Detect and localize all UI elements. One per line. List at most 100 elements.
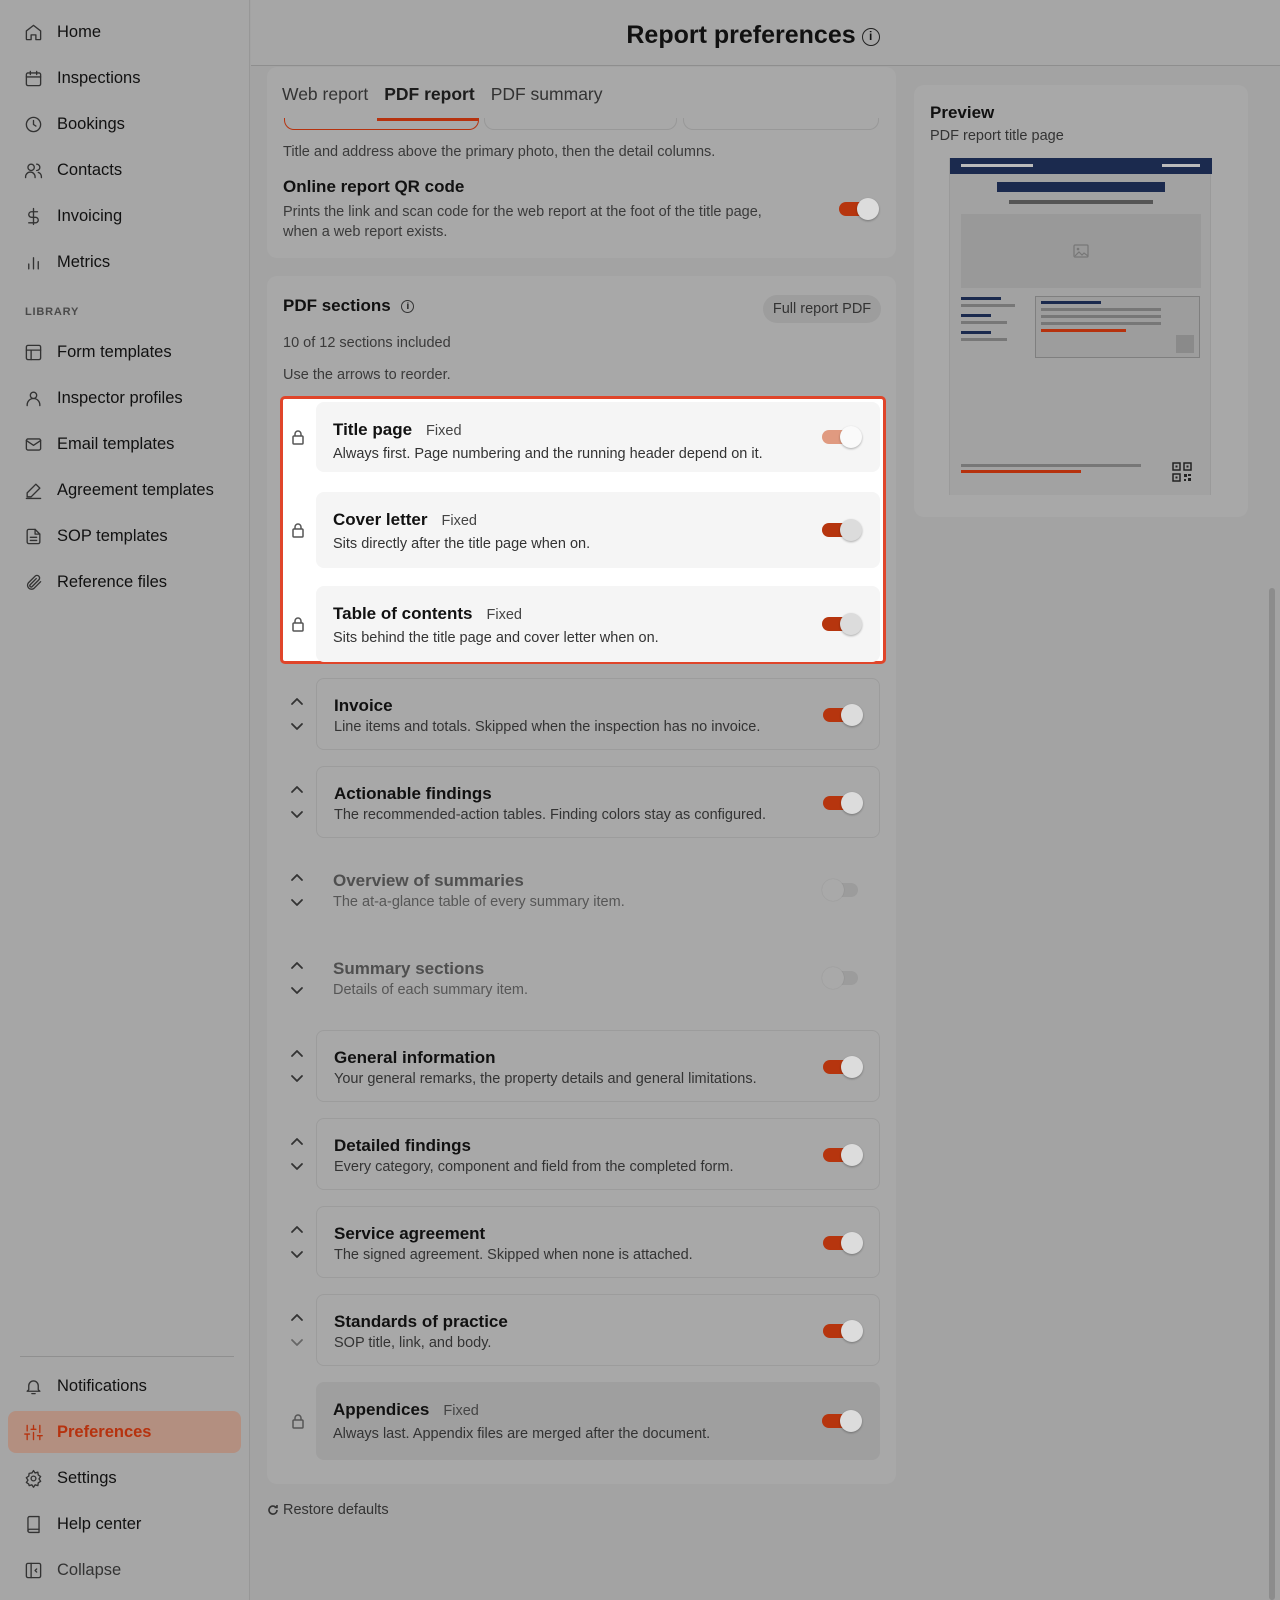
section-toggle[interactable]	[822, 1410, 862, 1432]
sidebar-item-label: Bookings	[57, 114, 125, 133]
sidebar-item-notifications[interactable]: Notifications	[8, 1365, 241, 1407]
section-toggle[interactable]	[822, 426, 862, 448]
move-up-button[interactable]	[289, 870, 305, 882]
section-description: The signed agreement. Skipped when none …	[334, 1247, 693, 1263]
section-toggle[interactable]	[823, 792, 863, 814]
layout-description: Title and address above the primary phot…	[283, 144, 716, 160]
section-title: Cover letter Fixed	[333, 510, 477, 530]
layout-option[interactable]	[683, 118, 879, 130]
move-up-button[interactable]	[289, 694, 305, 706]
full-report-pdf-badge[interactable]: Full report PDF	[763, 295, 881, 323]
section-toggle[interactable]	[823, 1056, 863, 1078]
sidebar-item-form-templates[interactable]: Form templates	[8, 331, 241, 373]
move-down-button[interactable]	[289, 808, 305, 820]
sidebar-item-label: Notifications	[57, 1376, 147, 1395]
sidebar-item-home[interactable]: Home	[8, 11, 241, 53]
page-title: Report preferences i	[251, 21, 1255, 50]
paperclip-icon	[26, 574, 42, 590]
move-down-button[interactable]	[289, 1248, 305, 1260]
section-row: Table of contents Fixed Sits behind the ti…	[316, 586, 880, 662]
section-title-text: General information	[334, 1048, 496, 1067]
sidebar-item-inspections[interactable]: Inspections	[8, 57, 241, 99]
sidebar-item-label: Collapse	[57, 1560, 122, 1579]
image-icon	[1073, 244, 1089, 258]
sidebar-item-email-templates[interactable]: Email templates	[8, 423, 241, 465]
scrollbar[interactable]	[1269, 588, 1275, 1600]
calendar-icon	[25, 70, 42, 86]
sidebar-item-inspector-profiles[interactable]: Inspector profiles	[8, 377, 241, 419]
sidebar-item-invoicing[interactable]: Invoicing	[8, 195, 241, 237]
section-title-text: Summary sections	[333, 959, 485, 978]
section-toggle[interactable]	[823, 1320, 863, 1342]
move-up-button[interactable]	[289, 782, 305, 794]
section-toggle[interactable]	[823, 1144, 863, 1166]
sidebar-collapse-icon	[25, 1562, 42, 1578]
bar-chart-icon	[28, 256, 39, 270]
move-down-button[interactable]	[289, 1336, 305, 1348]
sidebar-item-metrics[interactable]: Metrics	[8, 241, 241, 283]
layout-option-selected[interactable]	[284, 118, 479, 130]
move-up-button[interactable]	[289, 1222, 305, 1234]
section-title-text: Overview of summaries	[333, 871, 524, 890]
section-row: Appendices Fixed Always last. Appendix fil…	[316, 1382, 880, 1460]
move-down-button[interactable]	[289, 896, 305, 908]
sidebar-item-preferences[interactable]: Preferences	[8, 1411, 241, 1453]
sidebar-item-label: Inspector profiles	[57, 388, 183, 407]
move-up-button[interactable]	[289, 1310, 305, 1322]
sidebar-item-bookings[interactable]: Bookings	[8, 103, 241, 145]
move-down-button[interactable]	[289, 720, 305, 732]
qr-code-toggle[interactable]	[839, 198, 879, 220]
layout-option[interactable]	[484, 118, 677, 130]
section-description: Always first. Page numbering and the run…	[333, 446, 763, 462]
restore-defaults-link[interactable]: Restore defaults	[267, 1502, 389, 1518]
move-up-button[interactable]	[289, 1134, 305, 1146]
sidebar-item-agreement-templates[interactable]: Agreement templates	[8, 469, 241, 511]
section-description: Every category, component and field from…	[334, 1159, 734, 1175]
tab-pdf-report[interactable]: PDF report	[384, 84, 474, 105]
info-icon[interactable]: i	[861, 28, 880, 46]
sidebar-item-reference-files[interactable]: Reference files	[8, 561, 241, 603]
sidebar-item-label: Form templates	[57, 342, 172, 361]
sidebar-item-label: SOP templates	[57, 526, 168, 545]
qr-desc-line: Prints the link and scan code for the we…	[283, 204, 762, 220]
section-title-text: Service agreement	[334, 1224, 486, 1243]
move-up-button[interactable]	[289, 958, 305, 970]
move-down-button[interactable]	[289, 1072, 305, 1084]
section-title-text: Detailed findings	[334, 1136, 471, 1155]
section-row: General information Your general remarks,…	[316, 1030, 880, 1102]
gear-icon	[25, 1469, 42, 1488]
sidebar-item-sop-templates[interactable]: SOP templates	[8, 515, 241, 557]
lock-icon	[291, 1413, 305, 1429]
section-title: Title page Fixed	[333, 420, 462, 440]
section-toggle[interactable]	[822, 519, 862, 541]
sidebar-item-label: Settings	[57, 1468, 117, 1487]
section-row: Overview of summaries The at-a-glance tab…	[316, 854, 880, 926]
section-toggle[interactable]	[822, 967, 862, 989]
section-toggle[interactable]	[822, 879, 862, 901]
section-toggle[interactable]	[823, 704, 863, 726]
preview-card: Preview PDF report title page	[914, 85, 1248, 517]
sidebar-item-collapse[interactable]: Collapse	[8, 1549, 241, 1591]
layout-icon	[25, 344, 42, 360]
sidebar-item-settings[interactable]: Settings	[8, 1457, 241, 1499]
sidebar-item-label: Home	[57, 22, 102, 41]
move-down-button[interactable]	[289, 1160, 305, 1172]
move-up-button[interactable]	[289, 1046, 305, 1058]
library-section-label: LIBRARY	[25, 306, 80, 318]
section-toggle[interactable]	[822, 613, 862, 635]
preview-title-bar	[997, 182, 1165, 192]
sidebar-item-contacts[interactable]: Contacts	[8, 149, 241, 191]
preview-page-thumbnail	[949, 158, 1212, 495]
pen-icon	[25, 482, 42, 499]
move-down-button[interactable]	[289, 984, 305, 996]
section-title-text: Cover letter	[333, 510, 428, 529]
tab-pdf-summary[interactable]: PDF summary	[491, 84, 603, 105]
section-toggle[interactable]	[823, 1232, 863, 1254]
section-description: Line items and totals. Skipped when the …	[334, 719, 761, 735]
clock-icon	[25, 116, 42, 132]
info-icon[interactable]: i	[401, 300, 415, 313]
preview-title: Preview	[930, 103, 995, 122]
section-title: Standards of practice	[334, 1312, 508, 1332]
tab-web-report[interactable]: Web report	[282, 84, 368, 105]
sidebar-item-help-center[interactable]: Help center	[8, 1503, 241, 1545]
